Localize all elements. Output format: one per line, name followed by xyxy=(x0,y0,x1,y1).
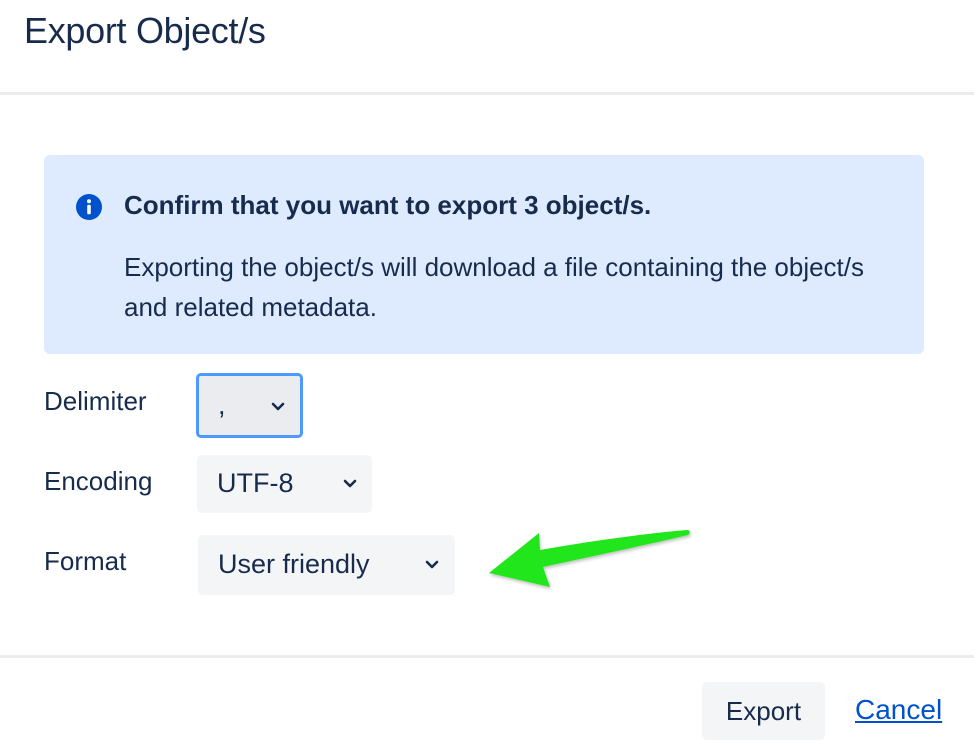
encoding-select[interactable]: UTF-8 xyxy=(197,455,372,513)
cancel-link[interactable]: Cancel xyxy=(855,694,942,726)
chevron-down-icon xyxy=(425,560,439,569)
delimiter-value: , xyxy=(218,390,226,420)
export-button[interactable]: Export xyxy=(702,682,825,740)
format-label: Format xyxy=(44,546,127,576)
annotation-arrow-icon xyxy=(489,530,690,587)
encoding-label: Encoding xyxy=(44,466,153,496)
delimiter-label: Delimiter xyxy=(44,386,147,416)
info-heading: Confirm that you want to export 3 object… xyxy=(124,190,652,220)
footer-divider xyxy=(0,655,974,658)
info-message: Confirm that you want to export 3 object… xyxy=(44,155,924,354)
export-dialog: Export Object/s Confirm that you want to… xyxy=(0,0,974,744)
format-select[interactable]: User friendly xyxy=(198,535,455,595)
info-body: Exporting the object/s will download a f… xyxy=(124,252,864,322)
delimiter-select[interactable]: , xyxy=(196,373,303,438)
chevron-down-icon xyxy=(343,479,357,488)
dialog-header: Export Object/s xyxy=(0,0,974,95)
encoding-value: UTF-8 xyxy=(217,468,294,498)
info-icon xyxy=(76,194,102,220)
chevron-down-icon xyxy=(271,402,285,411)
format-value: User friendly xyxy=(218,549,370,579)
dialog-title: Export Object/s xyxy=(24,10,266,51)
